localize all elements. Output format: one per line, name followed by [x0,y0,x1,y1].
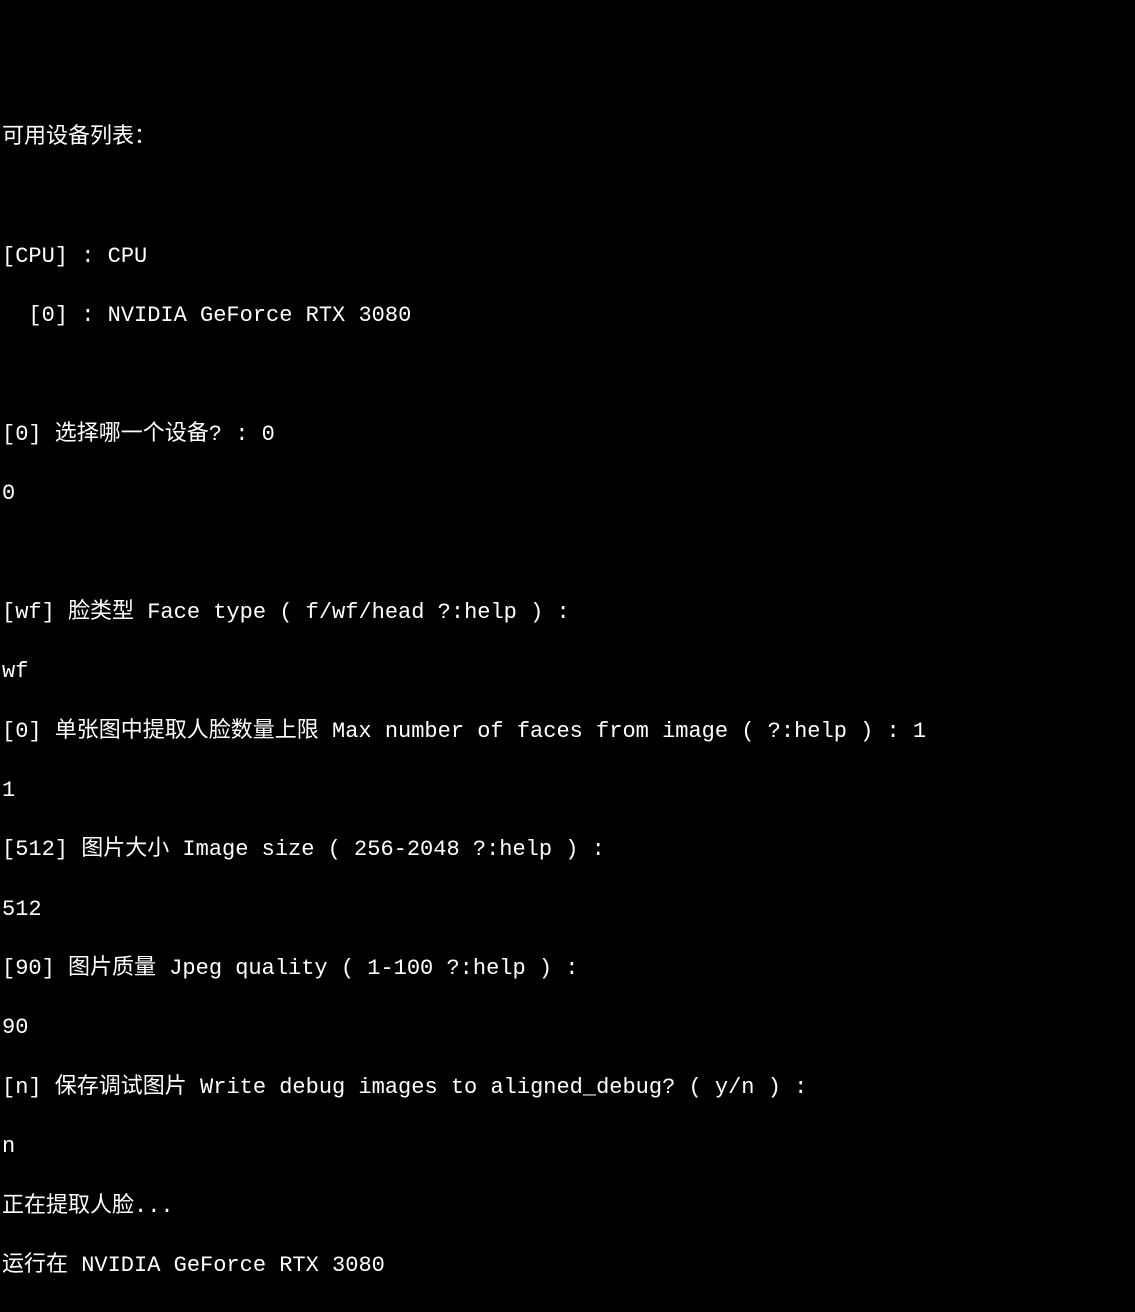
prompt-jpeg-quality: [90] 图片质量 Jpeg quality ( 1-100 ?:help ) … [2,954,1133,984]
device-gpu-entry: [0] : NVIDIA GeForce RTX 3080 [2,301,1133,331]
progress-bar: 0%|1 [2,1310,1133,1312]
input-image-size: 512 [2,895,1133,925]
prompt-face-type: [wf] 脸类型 Face type ( f/wf/head ?:help ) … [2,598,1133,628]
status-running-on: 运行在 NVIDIA GeForce RTX 3080 [2,1251,1133,1281]
prompt-max-faces: [0] 单张图中提取人脸数量上限 Max number of faces fro… [2,717,1133,747]
prompt-image-size: [512] 图片大小 Image size ( 256-2048 ?:help … [2,835,1133,865]
input-max-faces: 1 [2,776,1133,806]
input-face-type: wf [2,657,1133,687]
blank-line [2,538,1133,568]
blank-line [2,182,1133,212]
input-select-device: 0 [2,479,1133,509]
device-cpu-entry: [CPU] : CPU [2,242,1133,272]
status-extracting-faces: 正在提取人脸... [2,1192,1133,1222]
blank-line [2,360,1133,390]
input-jpeg-quality: 90 [2,1013,1133,1043]
terminal-output[interactable]: 可用设备列表： [CPU] : CPU [0] : NVIDIA GeForce… [2,123,1133,1312]
prompt-select-device: [0] 选择哪一个设备? : 0 [2,420,1133,450]
prompt-debug-images: [n] 保存调试图片 Write debug images to aligned… [2,1073,1133,1103]
device-list-header: 可用设备列表： [2,123,1133,153]
input-debug-images: n [2,1132,1133,1162]
